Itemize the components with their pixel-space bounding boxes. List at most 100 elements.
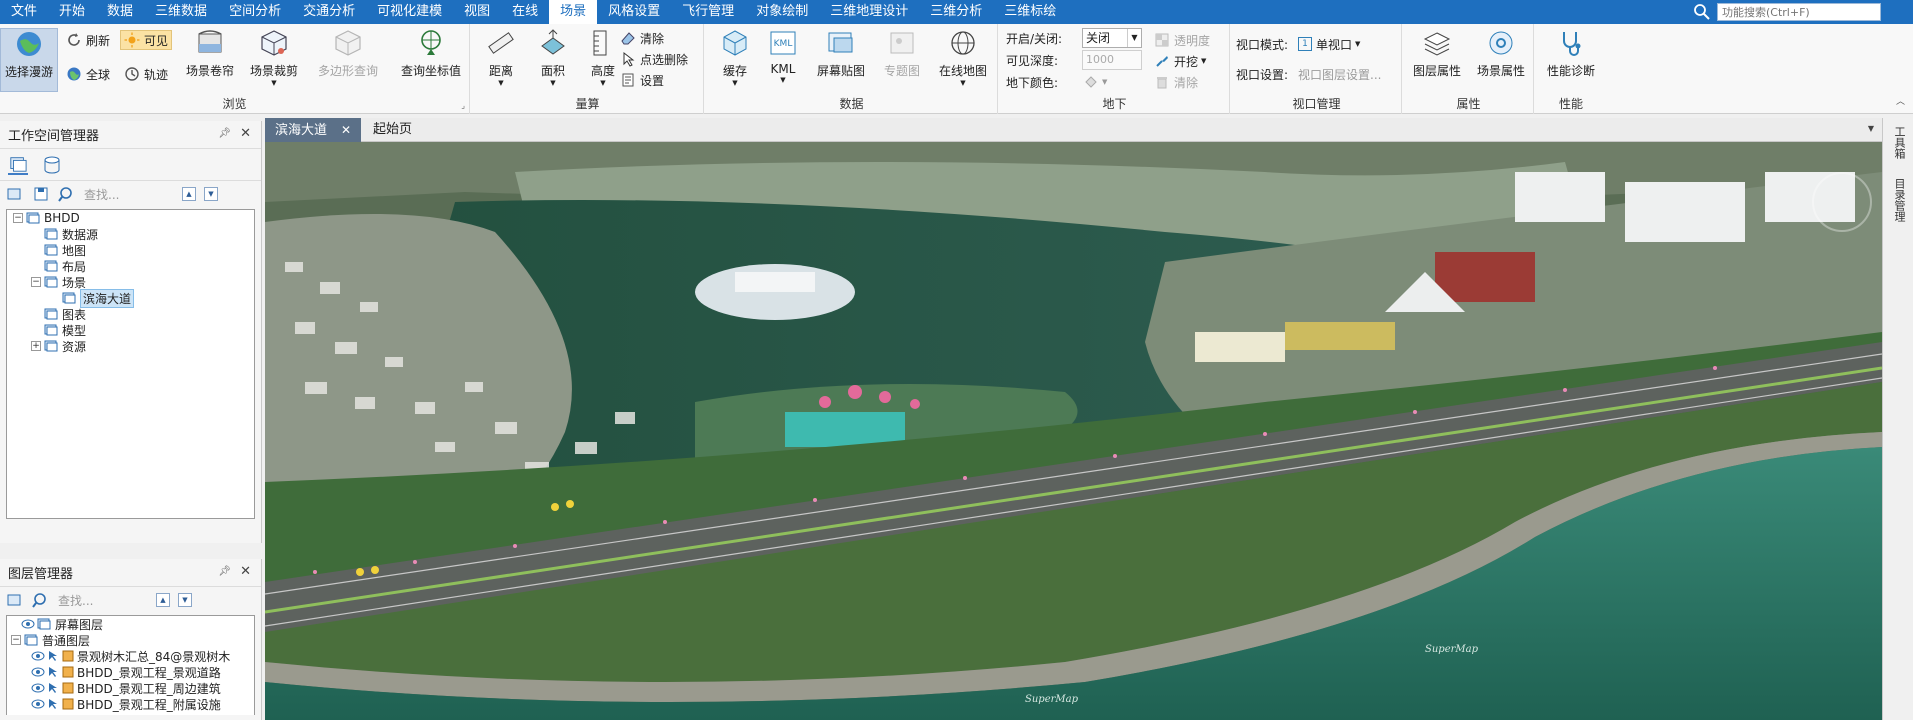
- selectable-arrow-icon[interactable]: [47, 650, 59, 662]
- area-button[interactable]: 面积 ▼: [528, 28, 578, 92]
- refresh-button[interactable]: 刷新: [66, 30, 110, 50]
- menu-item-10[interactable]: 风格设置: [597, 0, 671, 24]
- tree-item[interactable]: − BHDD: [7, 210, 254, 226]
- layer-item[interactable]: BHDD_景观工程_景观道路: [7, 664, 254, 680]
- menu-item-14[interactable]: 三维分析: [919, 0, 993, 24]
- open-workspace-icon[interactable]: [6, 185, 24, 203]
- screen-map-button[interactable]: 屏幕贴图: [806, 28, 876, 92]
- dialog-launcher-icon[interactable]: ⌟: [461, 101, 465, 110]
- close-icon[interactable]: ✕: [240, 126, 251, 141]
- layer-find-input[interactable]: 查找...: [58, 592, 148, 609]
- menu-item-8[interactable]: 在线: [501, 0, 549, 24]
- menu-item-15[interactable]: 三维标绘: [993, 0, 1067, 24]
- kml-button[interactable]: KML KML ▼: [760, 28, 806, 92]
- menu-item-11[interactable]: 飞行管理: [671, 0, 745, 24]
- tree-expander-icon[interactable]: −: [11, 635, 21, 645]
- layer-item[interactable]: − 普通图层: [7, 632, 254, 648]
- pin-icon[interactable]: 📌︎: [218, 566, 231, 577]
- tree-item[interactable]: 模型: [7, 322, 254, 338]
- tree-item[interactable]: 布局: [7, 258, 254, 274]
- workspace-tree-icon[interactable]: [8, 155, 28, 175]
- layer-item[interactable]: 景观树木汇总_84@景观树木: [7, 648, 254, 664]
- ribbon-collapse-icon[interactable]: ︿: [1896, 94, 1905, 107]
- depth-input[interactable]: 1000: [1082, 50, 1142, 70]
- tree-item[interactable]: 图表: [7, 306, 254, 322]
- catalog-tab[interactable]: 目录管理: [1891, 178, 1907, 222]
- layer-properties-button[interactable]: 图层属性: [1406, 28, 1468, 92]
- tree-expander-icon[interactable]: −: [13, 213, 23, 223]
- cache-button[interactable]: 缓存 ▼: [710, 28, 760, 92]
- underground-clear-button[interactable]: 清除: [1154, 72, 1198, 92]
- menu-item-3[interactable]: 三维数据: [144, 0, 218, 24]
- tab-list-icon[interactable]: ▼: [1868, 124, 1874, 133]
- menu-item-12[interactable]: 对象绘制: [745, 0, 819, 24]
- tree-item[interactable]: 滨海大道: [7, 288, 254, 308]
- visibility-eye-icon[interactable]: [31, 699, 45, 709]
- excavate-button[interactable]: 开挖 ▼: [1154, 51, 1206, 71]
- search-icon[interactable]: [32, 591, 50, 609]
- tree-item[interactable]: 数据源: [7, 226, 254, 242]
- polygon-query-button[interactable]: 多边形查询: [310, 28, 386, 92]
- visibility-eye-icon[interactable]: [31, 683, 45, 693]
- transparency-button[interactable]: 透明度: [1154, 30, 1210, 50]
- layer-item[interactable]: BHDD_景观工程_周边建筑: [7, 680, 254, 696]
- tree-expander-icon[interactable]: −: [31, 277, 41, 287]
- menu-item-2[interactable]: 数据: [96, 0, 144, 24]
- menu-item-4[interactable]: 空间分析: [218, 0, 292, 24]
- menu-item-13[interactable]: 三维地理设计: [819, 0, 919, 24]
- selectable-arrow-icon[interactable]: [47, 682, 59, 694]
- close-tab-icon[interactable]: ✕: [341, 123, 351, 137]
- search-icon[interactable]: [58, 185, 76, 203]
- track-button[interactable]: 轨迹: [124, 64, 168, 84]
- theme-map-button[interactable]: 专题图: [874, 28, 930, 92]
- viewport-layer-settings-button[interactable]: 视口图层设置...: [1298, 66, 1381, 83]
- close-icon[interactable]: ✕: [240, 564, 251, 579]
- find-previous-button[interactable]: ▲: [156, 593, 170, 607]
- pin-icon[interactable]: 📌︎: [218, 128, 231, 139]
- navigation-compass[interactable]: [1812, 172, 1872, 232]
- scene-properties-button[interactable]: 场景属性: [1470, 28, 1532, 92]
- visibility-eye-icon[interactable]: [21, 619, 35, 629]
- underground-onoff-select[interactable]: 关闭 ▼: [1082, 28, 1142, 48]
- point-delete-button[interactable]: 点选删除: [620, 49, 688, 69]
- full-extent-button[interactable]: 全球: [66, 64, 110, 84]
- workspace-find-input[interactable]: 查找...: [84, 186, 174, 203]
- online-map-button[interactable]: 在线地图 ▼: [932, 28, 994, 92]
- tree-item[interactable]: + 资源: [7, 338, 254, 354]
- function-search-input[interactable]: [1717, 3, 1881, 21]
- database-icon[interactable]: [42, 155, 62, 175]
- find-previous-button[interactable]: ▲: [182, 187, 196, 201]
- menu-item-1[interactable]: 开始: [48, 0, 96, 24]
- toolbox-tab[interactable]: 工具箱: [1891, 126, 1907, 159]
- layer-item[interactable]: 屏幕图层: [7, 616, 254, 632]
- save-icon[interactable]: [32, 185, 50, 203]
- document-tab-0[interactable]: 滨海大道 ✕: [265, 118, 362, 142]
- 3d-scene-view[interactable]: SuperMap SuperMap: [265, 142, 1882, 720]
- document-tab-1[interactable]: 起始页: [363, 118, 422, 142]
- visibility-eye-icon[interactable]: [31, 667, 45, 677]
- selectable-arrow-icon[interactable]: [47, 698, 59, 710]
- menu-item-7[interactable]: 视图: [453, 0, 501, 24]
- visibility-eye-icon[interactable]: [31, 651, 45, 661]
- layer-style-icon[interactable]: [6, 591, 24, 609]
- visible-toggle[interactable]: 可见: [120, 30, 173, 50]
- underground-color-picker[interactable]: ▼: [1084, 74, 1124, 90]
- find-next-button[interactable]: ▼: [178, 593, 192, 607]
- performance-diagnose-button[interactable]: 性能诊断: [1540, 28, 1602, 92]
- layer-item[interactable]: BHDD_景观工程_附属设施: [7, 696, 254, 712]
- query-coord-button[interactable]: 查询坐标值: [396, 28, 466, 92]
- distance-button[interactable]: 距离 ▼: [476, 28, 526, 92]
- menu-item-5[interactable]: 交通分析: [292, 0, 366, 24]
- menu-item-0[interactable]: 文件: [0, 0, 48, 24]
- find-next-button[interactable]: ▼: [204, 187, 218, 201]
- scene-clip-button[interactable]: 场景裁剪 ▼: [244, 28, 304, 92]
- tree-item[interactable]: 地图: [7, 242, 254, 258]
- tree-expander-icon[interactable]: +: [31, 341, 41, 351]
- menu-item-9[interactable]: 场景: [549, 0, 598, 24]
- select-roam-button[interactable]: 选择漫游: [0, 28, 58, 92]
- viewport-mode-select[interactable]: 1 单视口 ▼: [1298, 34, 1360, 54]
- selectable-arrow-icon[interactable]: [47, 666, 59, 678]
- menu-item-6[interactable]: 可视化建模: [366, 0, 453, 24]
- scene-roll-button[interactable]: 场景卷帘: [180, 28, 240, 92]
- measure-clear-button[interactable]: 清除: [620, 28, 664, 48]
